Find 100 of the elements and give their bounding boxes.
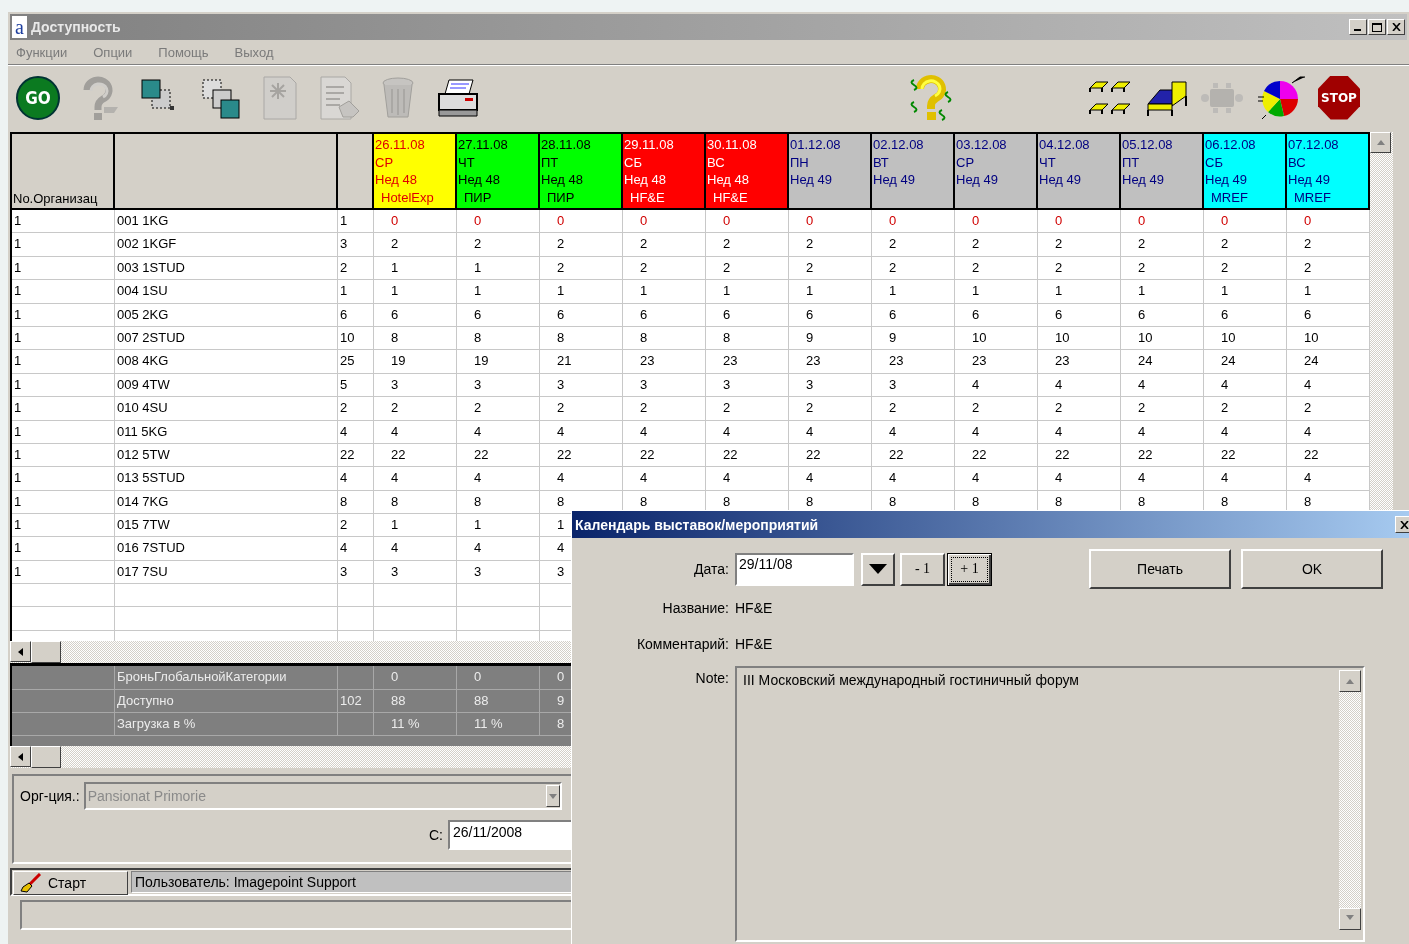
date-field[interactable]: 29/11/08 [735, 552, 854, 586]
header-weekday: СР [956, 153, 976, 171]
table-cell: 2 [338, 256, 374, 281]
field-label: Орг-ция.: [20, 788, 80, 805]
table-cell: 4 [955, 467, 1038, 491]
header-event: HF&E [712, 188, 749, 206]
table-cell: 6 [374, 303, 457, 327]
table-cell: 2 [623, 233, 706, 257]
start-button[interactable]: Старт [13, 871, 128, 896]
header-event: ПИР [463, 188, 493, 206]
table-cell: 4 [789, 420, 872, 444]
table-cell: 0 [457, 666, 540, 690]
table-cell: 10 [955, 326, 1038, 351]
table-cell: 22 [623, 443, 706, 468]
table-cell: 2 [374, 397, 457, 421]
table-cell: 015 7TW [115, 514, 338, 538]
table-cell: 1 [457, 514, 540, 538]
close-button[interactable] [1387, 19, 1405, 35]
header-event: MREF [1210, 188, 1249, 206]
table-cell: 011 5KG [115, 420, 338, 444]
table-cell: 008 4KG [115, 350, 338, 374]
scroll-thumb[interactable] [31, 746, 61, 769]
field-value: HF&E [735, 636, 773, 652]
table-cell: 2 [457, 397, 540, 421]
table-cell: 23 [623, 350, 706, 374]
minimize-button[interactable] [1349, 19, 1367, 35]
header-event: MREF [1293, 188, 1332, 206]
table-cell: 1 [12, 490, 115, 515]
table-cell: 3 [623, 373, 706, 398]
table-cell: 1 [12, 467, 115, 491]
note-field[interactable]: III Московский международный гостиничный форум [735, 666, 1365, 942]
table-cell: 6 [955, 303, 1038, 327]
table-cell: 1 [12, 443, 115, 468]
header-weekday: СБ [624, 153, 643, 171]
table-cell: 4 [1204, 467, 1287, 491]
header-week: Нед 48 [541, 171, 584, 189]
table-cell: 10 [1121, 326, 1204, 351]
table-cell: 2 [1038, 397, 1121, 421]
go-button[interactable]: GO [16, 75, 60, 120]
header-weekday: ЧТ [458, 153, 476, 171]
table-cell: 2 [338, 514, 374, 538]
table-cell: 24 [1204, 350, 1287, 374]
table-cell: 8 [540, 326, 623, 351]
table-cell: 2 [955, 397, 1038, 421]
table-cell: 4 [789, 467, 872, 491]
table-cell: 88 [374, 689, 457, 714]
dialog-button[interactable]: Печать [1089, 549, 1231, 589]
header-date: 27.11.08 [458, 136, 509, 154]
scroll-left-button[interactable] [10, 641, 31, 663]
table-cell: 22 [872, 443, 955, 468]
header-weekday: ПТ [1122, 153, 1141, 171]
table-cell: 4 [1121, 467, 1204, 491]
table-cell: 002 1KGF [115, 233, 338, 257]
table-cell: 25 [338, 350, 374, 374]
field-label: Note: [695, 670, 729, 688]
table-cell: 1 [1121, 280, 1204, 304]
maximize-icon [1372, 22, 1382, 32]
close-button[interactable] [1395, 516, 1409, 533]
step-button[interactable]: - 1 [900, 552, 945, 586]
table-cell: 2 [623, 256, 706, 281]
header-weekday: ПТ [541, 153, 560, 171]
maximize-button[interactable] [1368, 19, 1386, 35]
table-cell: 3 [338, 233, 374, 257]
step-button[interactable]: + 1 [947, 552, 992, 586]
table-cell: 22 [457, 443, 540, 468]
field-label: Дата: [694, 561, 729, 577]
table-cell: 2 [540, 256, 623, 281]
stop-button[interactable]: STOP [1318, 75, 1360, 120]
pie-chart-icon[interactable] [1256, 74, 1306, 121]
header-date: 04.12.08 [1039, 136, 1091, 154]
table-cell: 4 [872, 420, 955, 444]
table-cell: 2 [1038, 233, 1121, 257]
table-cell: 2 [955, 256, 1038, 281]
table-cell: 1 [12, 537, 115, 561]
table-cell: 4 [457, 420, 540, 444]
table-cell: 2 [540, 397, 623, 421]
table-cell: 1 [12, 303, 115, 327]
scroll-up-button[interactable] [1370, 132, 1391, 153]
table-cell: 6 [789, 303, 872, 327]
scroll-left-button[interactable] [10, 746, 31, 768]
scroll-up-button[interactable] [1339, 670, 1361, 692]
dialog-button[interactable]: OK [1241, 549, 1383, 589]
dropdown-button[interactable] [861, 552, 895, 586]
close-icon [1399, 520, 1409, 529]
field-label: С: [429, 827, 443, 844]
table-cell: 4 [1038, 467, 1121, 491]
table-cell: 11 % [374, 713, 457, 737]
table-cell: 3 [457, 373, 540, 398]
table-cell: 6 [540, 303, 623, 327]
table-cell: 3 [789, 373, 872, 398]
scroll-thumb[interactable] [31, 641, 61, 664]
header-date: 02.12.08 [873, 136, 925, 154]
table-cell: 4 [706, 420, 789, 444]
table-cell: 004 1SU [115, 280, 338, 304]
header-date: 07.12.08 [1288, 136, 1340, 154]
header-date: 05.12.08 [1122, 136, 1174, 154]
table-cell: 1 [12, 397, 115, 421]
field-label: Название: [662, 600, 729, 616]
scroll-down-button[interactable] [1339, 908, 1361, 930]
table-cell: 4 [374, 420, 457, 444]
